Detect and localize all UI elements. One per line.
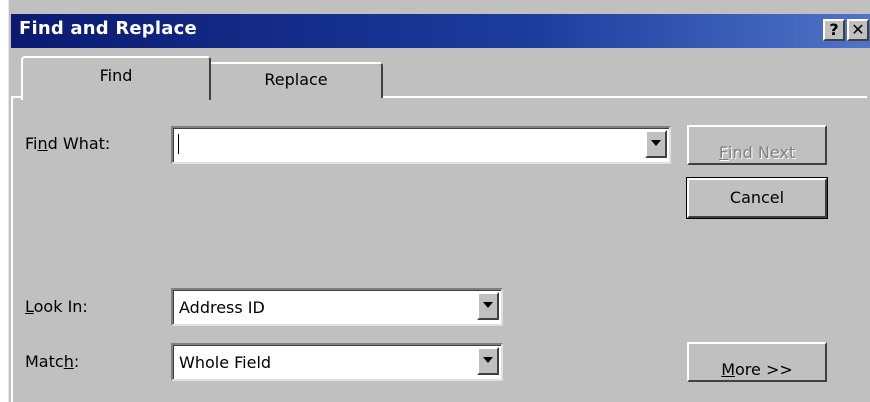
title-bar[interactable]: Find and Replace ? ✕ bbox=[11, 14, 870, 48]
chevron-down-icon[interactable] bbox=[645, 130, 667, 158]
find-what-combobox[interactable] bbox=[171, 126, 671, 164]
look-in-select[interactable]: Address ID bbox=[171, 288, 503, 326]
tab-find-label: Find bbox=[99, 66, 133, 85]
window-title: Find and Replace bbox=[19, 18, 197, 39]
help-icon[interactable]: ? bbox=[823, 19, 845, 41]
match-value: Whole Field bbox=[179, 353, 272, 372]
find-replace-dialog: Find and Replace ? ✕ Find Replace Find W… bbox=[8, 0, 870, 402]
tab-replace-label: Replace bbox=[264, 70, 328, 89]
look-in-label: Look In: bbox=[25, 297, 88, 316]
tab-find[interactable]: Find bbox=[21, 56, 211, 100]
text-caret bbox=[178, 134, 179, 154]
find-next-button[interactable]: Find Next bbox=[687, 125, 827, 165]
tab-replace[interactable]: Replace bbox=[211, 62, 383, 98]
match-label: Match: bbox=[25, 352, 80, 371]
more-button[interactable]: More >> bbox=[687, 342, 827, 382]
chevron-down-icon[interactable] bbox=[477, 347, 499, 375]
find-what-label: Find What: bbox=[25, 134, 111, 153]
match-select[interactable]: Whole Field bbox=[171, 343, 503, 381]
chevron-down-icon[interactable] bbox=[477, 292, 499, 320]
close-icon[interactable]: ✕ bbox=[847, 19, 869, 41]
cancel-button[interactable]: Cancel bbox=[686, 177, 828, 219]
look-in-value: Address ID bbox=[179, 298, 265, 317]
